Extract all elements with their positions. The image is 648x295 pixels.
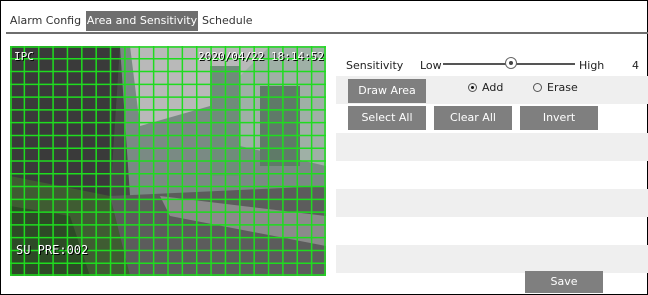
add-radio-label: Add [482,81,504,94]
tab-bar: Alarm Config Area and Sensitivity Schedu… [6,10,648,34]
erase-radio[interactable]: Erase [533,81,578,94]
clear-all-button[interactable]: Clear All [434,106,512,130]
sensitivity-high-label: High [579,59,605,72]
tab-schedule[interactable]: Schedule [202,11,253,31]
tab-alarm-config[interactable]: Alarm Config [8,11,83,31]
tab-area-and-sensitivity[interactable]: Area and Sensitivity [86,11,198,31]
strip-row-2 [336,161,648,189]
invert-button[interactable]: Invert [520,106,598,130]
video-preview[interactable]: IPC 2020/04/22 18:14:52 SU PRE:002 [10,46,326,276]
preset-overlay: SU PRE:002 [16,243,89,257]
strip-row-1 [336,133,648,161]
strip-row-4 [336,217,648,245]
add-radio[interactable]: Add [468,81,503,94]
sensitivity-label: Sensitivity [346,59,404,72]
detection-grid[interactable] [10,46,326,276]
radio-dot-icon [468,83,477,92]
timestamp-overlay: 2020/04/22 18:14:52 [198,50,324,63]
select-all-button[interactable]: Select All [348,106,426,130]
camera-label: IPC [14,50,34,63]
sensitivity-slider[interactable] [443,57,575,71]
draw-area-button[interactable]: Draw Area [348,79,426,103]
strip-row-5 [336,245,648,273]
sensitivity-value: 4 [632,59,639,72]
radio-dot-icon [533,83,542,92]
window-frame: Alarm Config Area and Sensitivity Schedu… [0,0,648,295]
slider-knob[interactable] [505,57,517,69]
save-button[interactable]: Save [525,271,603,293]
strip-row-3 [336,189,648,217]
erase-radio-label: Erase [547,81,578,94]
sensitivity-row: Sensitivity Low High 4 [336,53,648,75]
sensitivity-low-label: Low [420,59,442,72]
